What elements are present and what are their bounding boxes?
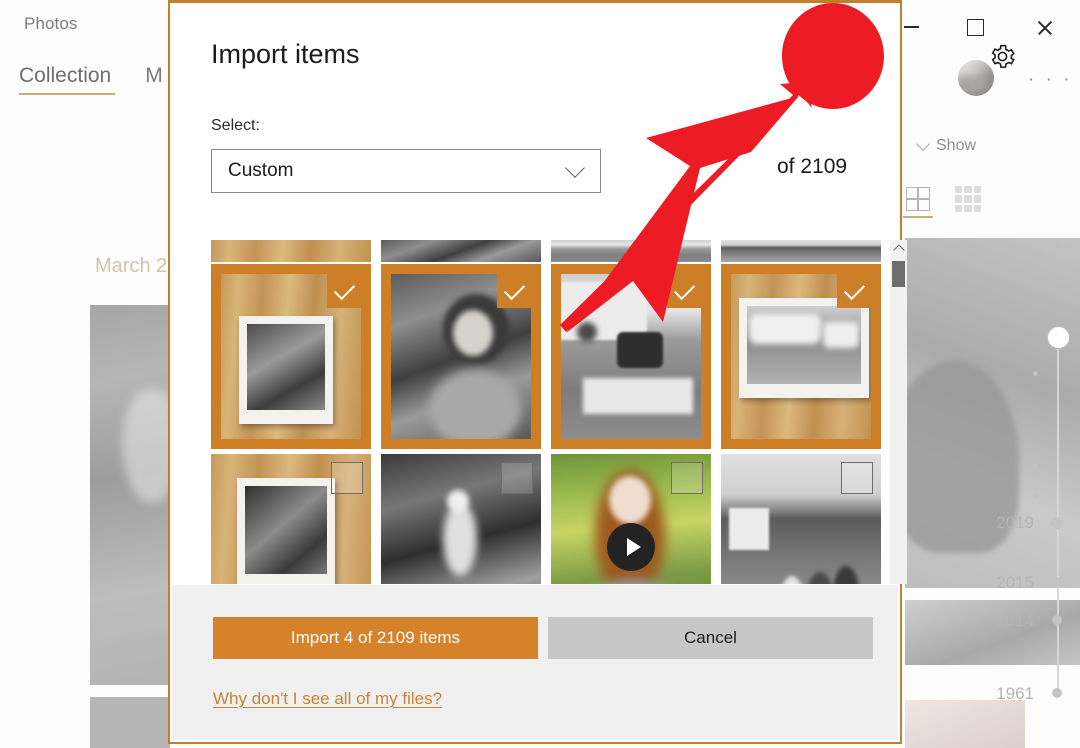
thumbnail-item-selected[interactable] [381,264,541,449]
thumbnail-item[interactable] [551,240,711,262]
nav-tabs: Collection M [19,64,163,95]
select-label: Select: [211,117,260,134]
grid-row-selected [211,264,882,449]
scrollbar-thumb[interactable] [892,261,905,287]
timeline-year-2014[interactable]: 2014 [996,611,1034,631]
checkbox-checked[interactable] [837,274,871,308]
timeline-year-2015[interactable]: 2015 [996,573,1034,593]
view-mode-underline [903,216,933,218]
thumbnail-item-selected[interactable] [211,264,371,449]
thumbnail-item[interactable] [211,454,371,584]
thumbnail-item[interactable] [721,454,881,584]
checkbox-unchecked[interactable] [841,462,873,494]
import-thumbnail-grid [211,240,882,584]
timeline-dot [1033,371,1038,376]
month-heading: March 2 [95,255,168,277]
checkbox-checked[interactable] [667,274,701,308]
thumbnail-item[interactable] [381,454,541,584]
close-button[interactable] [1021,10,1067,44]
chevron-down-icon [915,136,931,152]
grid-scrollbar[interactable] [890,240,907,584]
background-photo [90,305,170,685]
thumbnail-item[interactable] [721,240,881,262]
app-title: Photos [24,14,78,33]
select-dropdown[interactable]: Custom [211,149,601,193]
show-label: Show [936,137,977,154]
checkbox-unchecked[interactable] [331,462,363,494]
timeline-year-2019[interactable]: 2019 [996,513,1034,533]
settings-gear-icon[interactable] [988,42,1017,71]
close-icon [1036,19,1053,36]
play-icon[interactable] [607,522,655,571]
checkbox-checked[interactable] [327,274,361,308]
import-items-dialog: Import items Select: Custom of 2109 Impo… [168,0,1015,744]
tab-collection[interactable]: Collection [19,64,116,95]
timeline-dot-year[interactable] [1052,577,1062,587]
cancel-button[interactable]: Cancel [548,617,873,659]
grid-large-icon[interactable] [905,186,931,212]
checkbox-unchecked[interactable] [501,462,533,494]
timeline-dot [1033,494,1038,499]
background-photo [905,238,1080,588]
minimize-icon [903,26,919,28]
thumbnail-item[interactable] [211,240,371,262]
selection-count: of 2109 [777,155,848,178]
background-photo [905,700,1025,748]
maximize-icon [966,18,984,36]
view-mode-icons [905,186,981,212]
timeline-handle[interactable] [1047,326,1070,349]
timeline-dot-year[interactable] [1052,688,1062,698]
timeline-year-1961[interactable]: 1961 [996,684,1034,704]
thumbnail-item-selected[interactable] [721,264,881,449]
select-value: Custom [228,160,294,181]
thumbnail-item-video[interactable] [551,454,711,584]
tab-albums[interactable]: M [145,64,163,95]
maximize-button[interactable] [952,10,998,44]
show-menu[interactable]: Show [915,136,977,155]
more-options-icon[interactable]: · · · [1028,70,1073,89]
timeline-dot [1033,464,1038,469]
grid-row-unselected [211,454,882,584]
timeline-dot-year[interactable] [1052,615,1062,625]
chevron-down-icon [565,158,585,178]
why-files-link[interactable]: Why don't I see all of my files? [213,689,442,709]
thumbnail-item-selected[interactable] [551,264,711,449]
background-photo [905,600,1080,665]
grid-small-icon[interactable] [955,186,981,212]
scroll-up-button[interactable] [890,240,907,258]
grid-row-partial [211,240,882,262]
checkbox-checked[interactable] [497,274,531,308]
background-photo [90,697,170,748]
dialog-footer: Import 4 of 2109 items Cancel Why don't … [172,585,898,740]
import-button[interactable]: Import 4 of 2109 items [213,617,538,659]
thumbnail-item[interactable] [381,240,541,262]
dialog-title: Import items [211,39,360,69]
checkbox-unchecked[interactable] [671,462,703,494]
chevron-up-icon [892,244,905,256]
timeline-dot-year[interactable] [1051,517,1063,529]
